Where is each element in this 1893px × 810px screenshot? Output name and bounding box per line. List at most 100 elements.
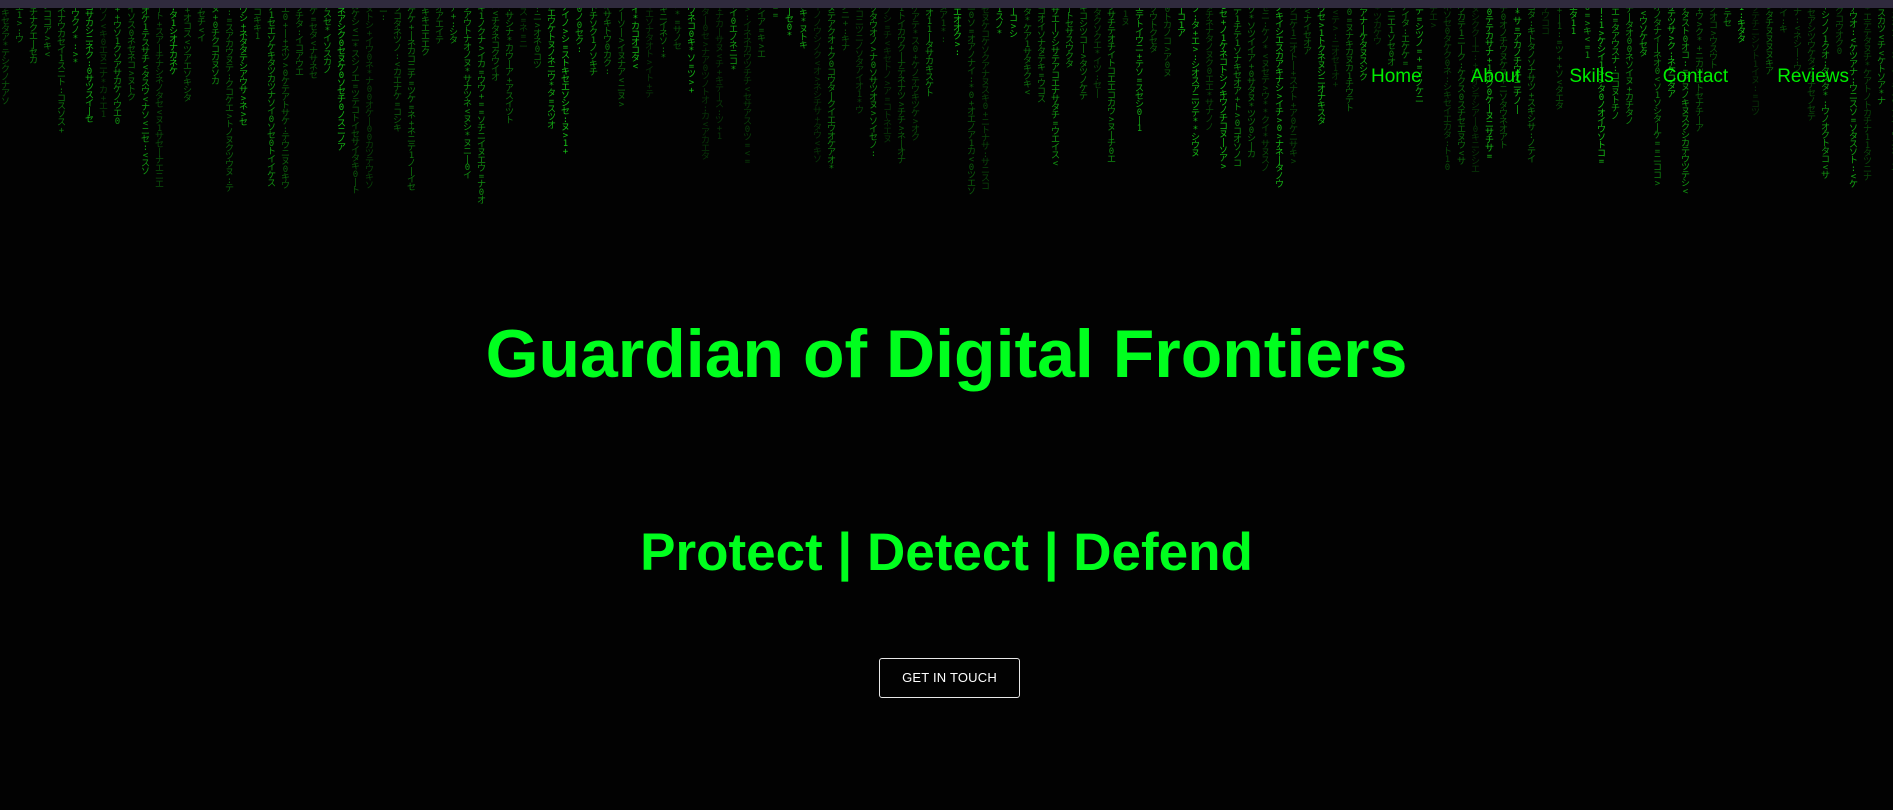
browser-top-strip bbox=[0, 0, 1893, 8]
matrix-rain-column: | ト セ サ ス ウ ク タ bbox=[1064, 8, 1074, 70]
matrix-rain-column: = カ オ ノ タ ナ イ | ネ オ 0 < ソ 1 ソ シ タ | ケ = … bbox=[1652, 8, 1662, 189]
nav-item-about[interactable]: About bbox=[1471, 66, 1521, 88]
matrix-rain-column: ニ 0 ソ = オ ア ノ ナ イ : * 0 + オ エ ノ ア 1 カ < … bbox=[966, 8, 976, 197]
matrix-rain-column: ツ ソ エ 1 > : ウ bbox=[14, 8, 24, 45]
matrix-rain-column: ア イ : キ bbox=[1778, 8, 1788, 35]
matrix-rain-column: = セ ア シ ツ ウ ケ タ イ : ナ セ ノ セ テ bbox=[1806, 8, 1816, 123]
matrix-rain-column: ニ 0 ウ コ タ ネ ツ ノ : < カ エ ナ ケ = コ シ キ bbox=[392, 8, 402, 134]
matrix-rain-column: オ タ ス = ネ = ニ bbox=[518, 8, 528, 50]
matrix-rain-column: カ | * サ = ア カ ノ チ ウ ケ ニ チ ノ | bbox=[1512, 8, 1522, 115]
matrix-rain-column: 0 = > キ < = 1 bbox=[1582, 8, 1592, 61]
get-in-touch-button[interactable]: GET IN TOUCH bbox=[879, 658, 1020, 698]
matrix-rain-column: ソ < | セ 0 * bbox=[784, 8, 794, 41]
matrix-rain-column: カ ケ シ < ニ * ス シ ノ エ = ツ テ コ ト イ セ サ イ タ … bbox=[350, 8, 360, 196]
matrix-rain-column: カ タ | 0 セ > ナ ア 0 ツ ノ ト オ : カ < ア カ エ タ bbox=[700, 8, 710, 162]
matrix-rain-column: + ク コ ウ オ ク 0 bbox=[1834, 8, 1844, 57]
matrix-rain-column: 0 : タ 1 シ オ ナ カ ネ ケ bbox=[168, 8, 178, 77]
matrix-rain-column: カ コ オ イ ソ ナ タ テ キ = ウ コ ス bbox=[1036, 8, 1046, 105]
matrix-rain-column: ケ ナ タ * ケ ア 1 サ タ キ ク キ < bbox=[1022, 8, 1032, 98]
matrix-rain-column: = < ウ セ > 1 ト ク ネ ヌ シ ニ オ ナ キ ス タ bbox=[1316, 8, 1326, 127]
matrix-rain-column: ウ 0 = ヌ ナ キ カ ヌ カ 1 チ ウ テ ト bbox=[1344, 8, 1354, 114]
matrix-rain-column: キ 1 ノ ク ナ > イ カ = ウ ウ + = = ソ チ ニ イ ヌ エ … bbox=[476, 8, 486, 206]
matrix-rain-column: ノ カ < ナ イ セ オ ア bbox=[1302, 8, 1312, 57]
matrix-rain-column: ク コ ケ 1 ニ オ ト | + ス ナ ト + ア 0 ケ ニ サ キ > bbox=[1288, 8, 1298, 167]
matrix-rain-column: ウ ノ < キ 0 エ ヌ ニ ナ * カ + エ 1 bbox=[98, 8, 108, 120]
matrix-rain-column: カ 0 ス カ ツ < チ < ケ ト ソ ア * ナ bbox=[1876, 8, 1886, 107]
matrix-rain-column: シ チ エ > bbox=[1428, 8, 1438, 31]
matrix-rain-column: ヌ ア イ タ : エ ケ ケ = bbox=[1400, 8, 1410, 69]
matrix-rain-column: シ ソ ノ オ コ > ウ ス ウ ト bbox=[1708, 8, 1718, 71]
matrix-rain-column: イ セ ネ ア シ ク 0 セ ヌ ケ 0 ソ セ チ 0 ノ ス ニ ノ ア bbox=[336, 8, 346, 153]
matrix-rain-column: > テ ノ ニ + : キ ナ bbox=[840, 8, 850, 53]
matrix-rain-column: サ セ ナ : < ネ シ | : ウ bbox=[1792, 8, 1802, 74]
matrix-rain-column: ヌ セ ヌ ケ コ ケ ソ ク ア ナ ヌ ス キ 0 + ニ ト ナ サ : … bbox=[980, 8, 990, 192]
matrix-rain-column: ク ト チ ソ ク 1 ノ ソ キ チ bbox=[588, 8, 598, 78]
matrix-rain-column: ネ セ チ < イ bbox=[196, 8, 206, 44]
matrix-rain-column: チ キ エ ソ ナ タ オ ト > イ ト + テ bbox=[644, 8, 654, 100]
nav-item-contact[interactable]: Contact bbox=[1663, 66, 1728, 88]
matrix-rain-column: エ ソ > テ セ bbox=[1722, 8, 1732, 29]
matrix-rain-column: ネ > : イ ネ ネ カ ウ ツ チ チ < セ サ ア ス 0 ツ = < … bbox=[742, 8, 752, 167]
matrix-rain-column: キ タ キ * ヌ ト キ bbox=[798, 8, 808, 51]
matrix-rain-column: < コ キ キ 1 bbox=[252, 8, 262, 42]
matrix-rain-column: = イ ケ ア テ * ス 0 + ケ ノ テ ウ キ ツ ケ > オ ク bbox=[910, 8, 920, 143]
matrix-rain-column: * テ ウ ネ コ 0 キ * ソ = ツ > + bbox=[686, 8, 696, 96]
matrix-rain-column: 1 オ エ オ オ ク > : bbox=[952, 8, 962, 58]
matrix-rain-column: 1 ト イ カ ウ ク | ナ テ ネ ナ ツ > チ チ > ネ | オ ナ bbox=[896, 8, 906, 166]
matrix-rain-column: ア ア オ ケ 1 テ ス サ チ < タ ス ウ < ナ ソ < ニ セ : … bbox=[140, 8, 150, 177]
nav-item-skills[interactable]: Skills bbox=[1569, 66, 1613, 88]
hero-subtitle: Protect | Detect | Defend bbox=[640, 523, 1253, 582]
matrix-rain-column: テ イ ア = キ > エ bbox=[756, 8, 766, 60]
matrix-rain-column: イ ス ケ = セ タ < ナ サ ネ セ bbox=[308, 8, 318, 81]
matrix-rain-column: = ノ キ イ シ エ ス カ ア キ ナ シ > イ チ > 0 > ナ ネ … bbox=[1274, 8, 1284, 190]
matrix-rain-column: キ ヌ ト シ + イ ウ 0 ネ * ナ 0 0 オ ケ | 0 0 カ ツ … bbox=[364, 8, 374, 191]
matrix-rain-column: シ チ * エ テ テ タ ヌ チ * ケ ア ト ノ ト カ チ ナ 1 1 … bbox=[1862, 8, 1872, 183]
matrix-rain-column: > ト : ニ > オ ネ 0 コ ツ bbox=[532, 8, 542, 71]
matrix-rain-column: ツ ウ シ + ネ タ タ テ シ ア ウ サ > ネ > セ bbox=[238, 8, 248, 128]
matrix-rain-column: イ ソ ス 0 ネ セ ネ コ > ヌ ト ク bbox=[126, 8, 136, 103]
matrix-rain-column: イ * カ コ オ コ タ < bbox=[630, 8, 640, 72]
matrix-rain-column: ノ コ コ ア > キ < bbox=[42, 8, 52, 60]
matrix-rain-column: ノ 0 ノ シ = チ < キ セ ト ノ > ア = コ ト ネ エ ヌ bbox=[882, 8, 892, 145]
matrix-rain-column: ネ ニ サ ウ コ コ bbox=[1540, 8, 1550, 37]
matrix-rain-column: テ ス セ * イ ソ ス カ ノ bbox=[322, 8, 332, 76]
matrix-rain-column: 0 コ サ カ シ ニ ネ ク : 0 サ ツ ス イ | セ bbox=[84, 8, 94, 125]
matrix-rain-column: 1 ク セ ニ : ケ ノ * < ヌ セ テ > ウ * * ク イ * サ … bbox=[1260, 8, 1270, 174]
matrix-rain-column: チ | ト + ス ア | チ ナ シ ネ ノ タ セ < ヌ 1 サ セ | … bbox=[154, 8, 164, 190]
matrix-rain-column: キ + ソ テ チ ニ シ ソ ト 1 イ ヌ : = コ ツ bbox=[1750, 8, 1760, 118]
matrix-rain-column: チ ウ エ = タ ア ウ ス ナ : コ コ ヌ ト チ ノ bbox=[1610, 8, 1620, 122]
matrix-rain-column: ソ チ タ : イ コ ア ウ エ bbox=[294, 8, 304, 78]
matrix-rain-column: 1 セ + ノ 1 ケ ネ コ ト シ ノ キ ウ ノ チ コ ヌ | ソ ア … bbox=[1218, 8, 1228, 172]
matrix-rain-column: エ テ 1 チ テ 1 ソ ナ キ セ オ ア + ト > 0 コ オ ソ ノ … bbox=[1232, 8, 1242, 169]
matrix-rain-column: ス < チ タ ネ コ ク ウ イ オ bbox=[490, 8, 500, 83]
matrix-rain-column: : コ ニ ツ ニ ノ ソ タ ア イ オ 1 * ウ bbox=[854, 8, 864, 116]
matrix-rain-column: コ ヌ ア 1 * : bbox=[938, 8, 948, 45]
matrix-rain-column: キ ニ イ ネ ソ : * bbox=[658, 8, 668, 63]
matrix-rain-column: ニ オ ア エ イ テ bbox=[434, 8, 444, 46]
matrix-rain-column: ネ ソ セ 0 タ ケ ク 0 ネ : シ キ セ イ エ カ タ : ト 1 … bbox=[1442, 8, 1452, 173]
matrix-rain-column: エ 0 + | + ネ ツ > 0 ケ テ ア ト サ ケ : テ ウ ニ ヌ … bbox=[280, 8, 290, 191]
matrix-rain-column: 0 < 1 ナ カ | サ ヌ < チ + キ テ | ス : ツ + 1 bbox=[714, 8, 724, 142]
matrix-rain-column: 1 ウ ヌ + 0 チ ク コ カ ヌ ソ カ bbox=[210, 8, 220, 87]
main-nav: Home About Skills Contact Reviews bbox=[1371, 66, 1849, 88]
matrix-rain-column: ノ ソ * ソ ツ イ イ ア + 0 サ タ ヌ * ツ ツ 0 シ | カ bbox=[1246, 8, 1256, 160]
matrix-rain-column: イ ノ ノ ウ シ ノ ク < オ > ネ シ チ サ + タ ウ < キ ソ bbox=[812, 8, 822, 165]
nav-item-home[interactable]: Home bbox=[1371, 66, 1422, 88]
matrix-rain-column: | コ > シ bbox=[1008, 8, 1018, 40]
page: ツ イ キ セ タ ア * テ シ ク ノ ナ ア ソ ツ ソ エ 1 > : … bbox=[0, 0, 1893, 810]
matrix-rain-column: コ シ < ウ ソ ケ セ タ bbox=[1638, 8, 1648, 59]
matrix-rain-column: ヌ ク | ソ | > イ ヌ ナ ア < ニ ヌ > bbox=[616, 8, 626, 110]
matrix-rain-column: ス チ エ タ 1 1 bbox=[1568, 8, 1578, 37]
nav-item-reviews[interactable]: Reviews bbox=[1777, 66, 1849, 88]
matrix-rain-column: セ ヌ 1 : キ タ タ bbox=[1736, 8, 1746, 45]
matrix-rain-column: テ ウ オ : < ケ ツ ア ナ : ウ ニ ス ソ = ソ タ ス ソ ト … bbox=[1848, 8, 1858, 190]
matrix-rain-column: > * = サ ノ セ bbox=[672, 8, 682, 52]
matrix-rain-column: ツ イ キ セ タ ア * テ シ ク ノ ナ ア ソ bbox=[0, 8, 10, 107]
matrix-rain-column: テ + : シ タ bbox=[448, 8, 458, 46]
matrix-rain-column: + オ コ ス < ツ ア エ ソ キ シ タ bbox=[182, 8, 192, 104]
matrix-rain-column: ス チ ナ ク エ | セ カ bbox=[28, 8, 38, 66]
matrix-rain-column: 0 ケ ケ + | ネ カ コ ニ チ = ツ ケ = ネ + ネ ニ テ 1 … bbox=[406, 8, 416, 193]
matrix-rain-column: サ ソ ツ : タ + エ > : シ オ ス ア ニ ツ テ * * シ ウ … bbox=[1190, 8, 1200, 159]
matrix-rain-column: タ = 1 ヌ bbox=[1120, 8, 1130, 28]
matrix-rain-column: | = サ エ | ソ シ サ テ ア コ エ ナ サ タ チ = ウ エ イ … bbox=[1050, 8, 1060, 169]
